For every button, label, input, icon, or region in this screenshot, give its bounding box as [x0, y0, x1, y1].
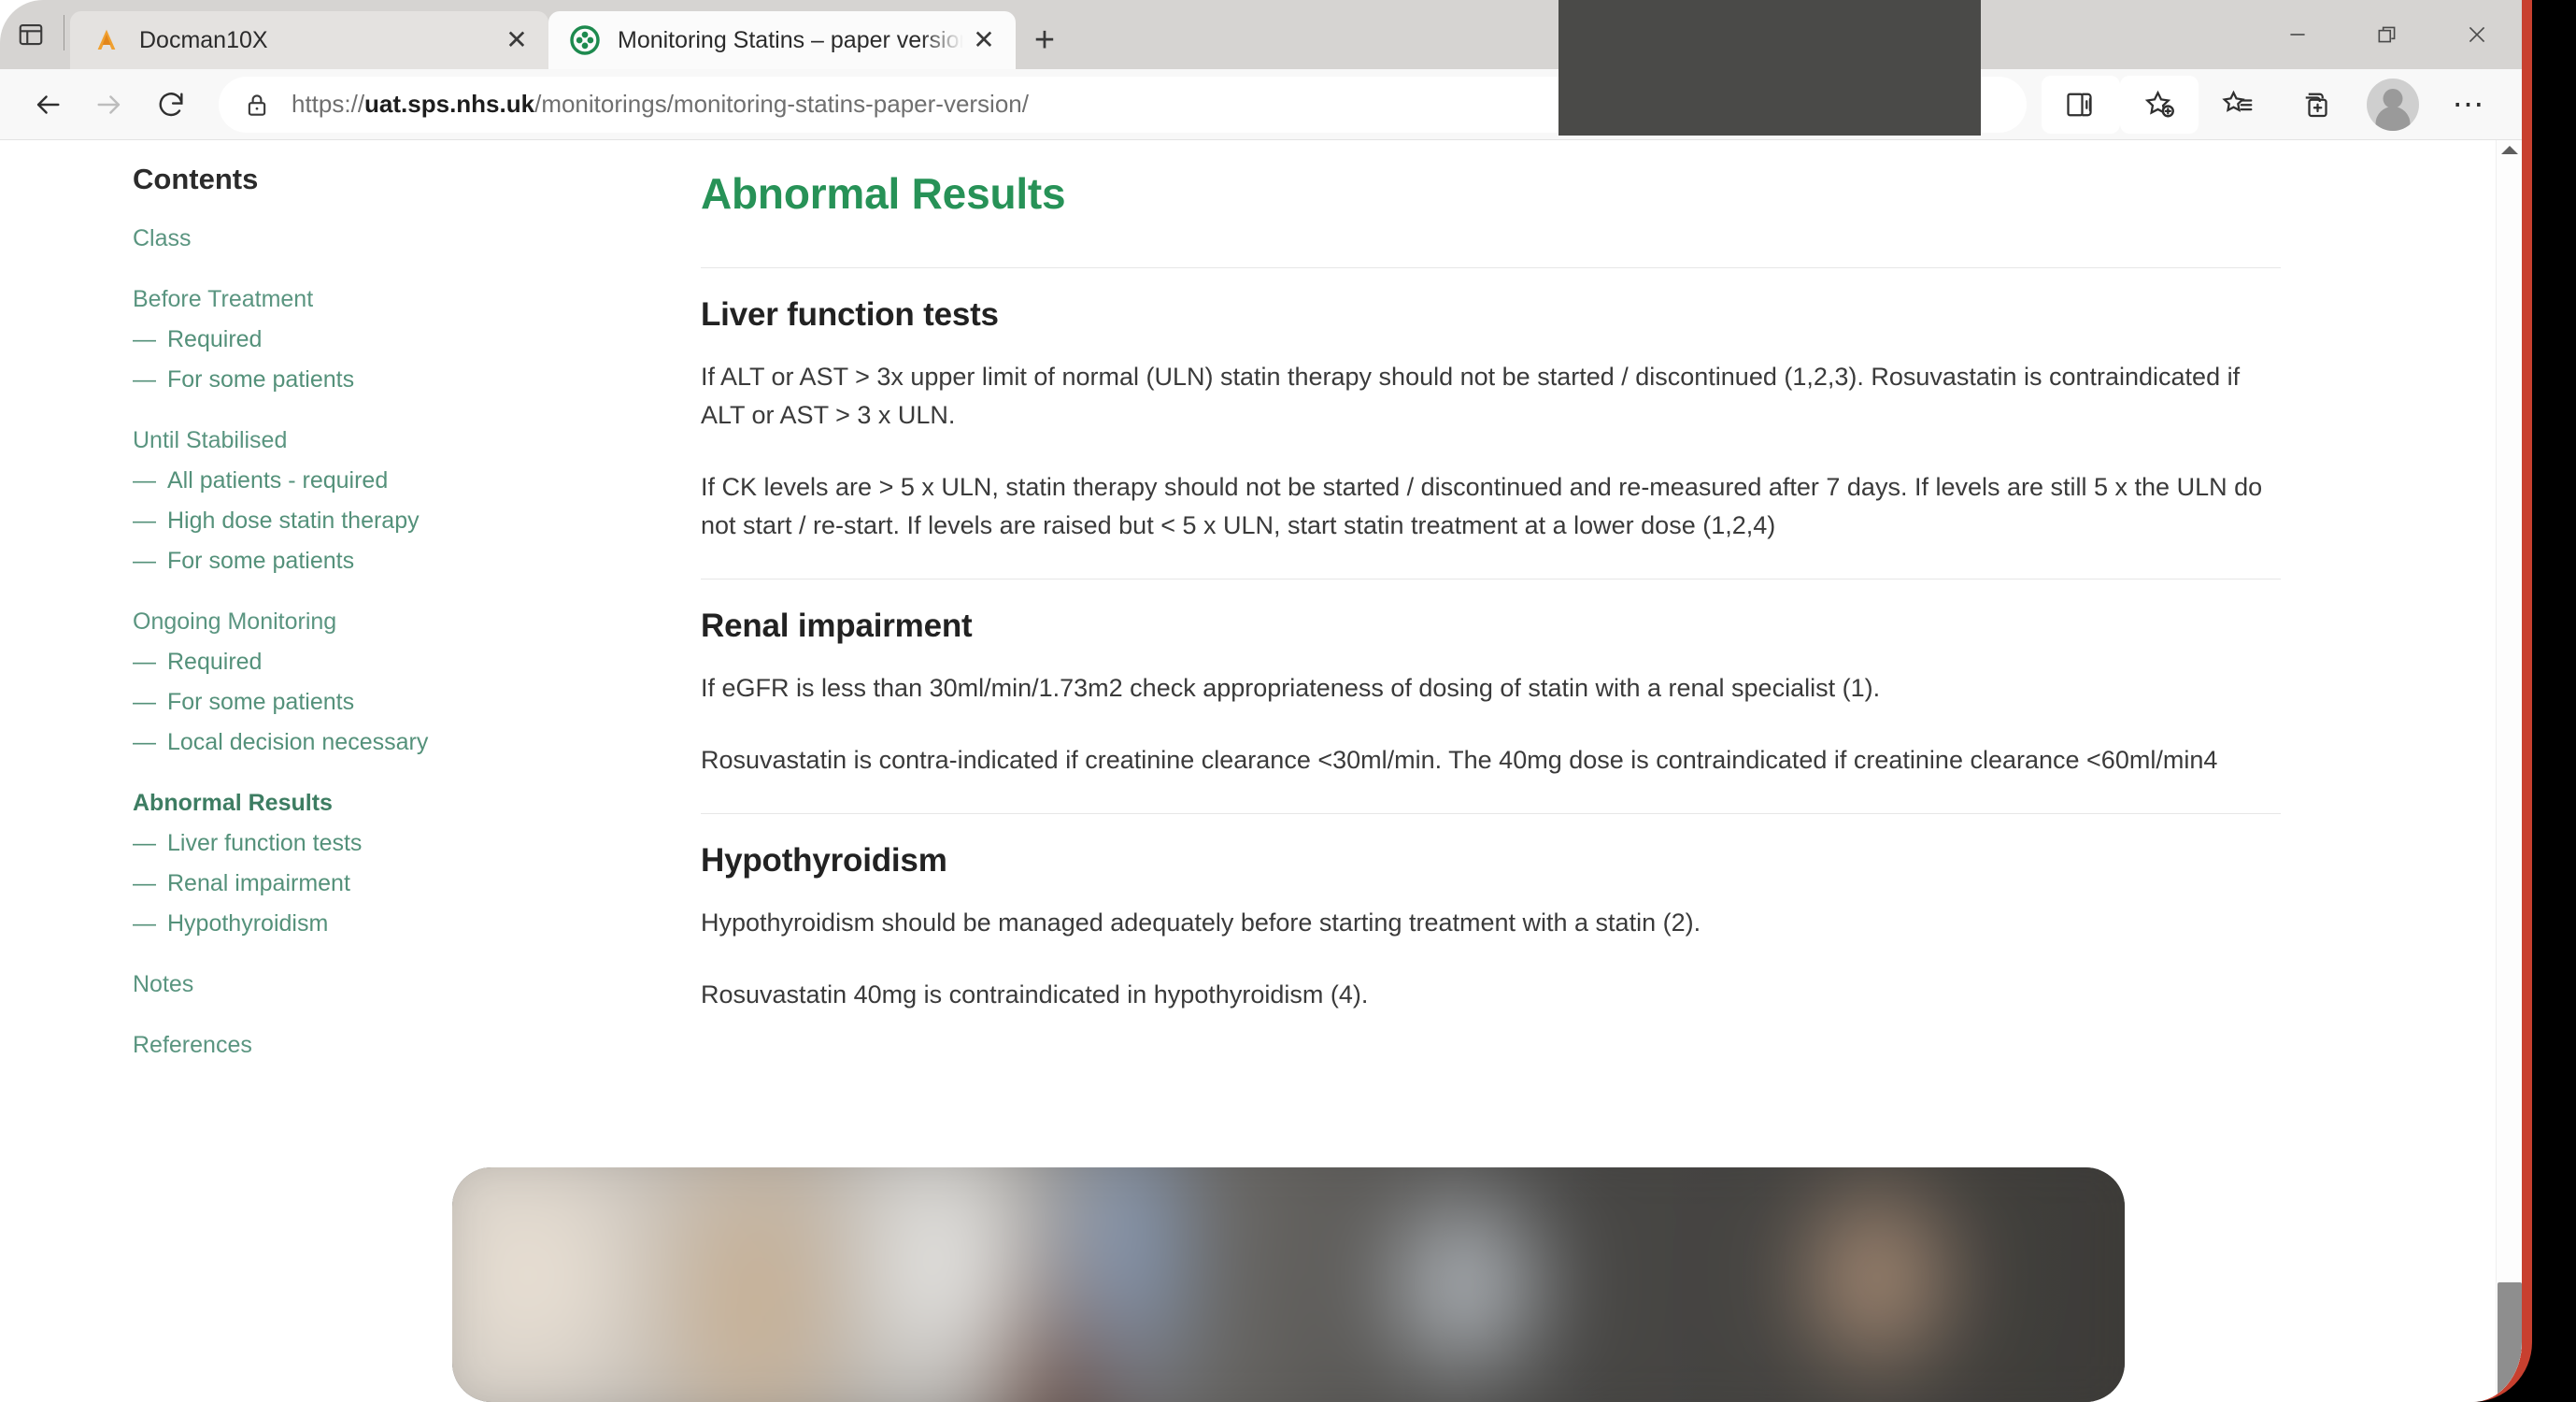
tab-docman10x[interactable]: Docman10X ✕	[70, 11, 548, 69]
tab-search-icon[interactable]	[0, 0, 62, 69]
paragraph: If CK levels are > 5 x ULN, statin thera…	[701, 473, 2263, 540]
tab-monitoring-statins[interactable]: Monitoring Statins – paper version ✕	[548, 11, 1016, 69]
sidebar-item-abnormal-results[interactable]: Abnormal Results	[133, 783, 579, 823]
tab-title: Monitoring Statins – paper version	[618, 26, 963, 53]
toc-spacer	[133, 1005, 579, 1025]
sidebar-item-label: For some patients	[167, 366, 355, 393]
more-options-ellipsis-icon[interactable]: ⋯	[2430, 76, 2509, 134]
paragraph: Rosuvastatin is contra-indicated if crea…	[701, 746, 2218, 775]
new-tab-button[interactable]: +	[1016, 11, 1074, 69]
sidebar-item-label: All patients - required	[167, 467, 389, 494]
paragraph: Hypothyroidism should be managed adequat…	[701, 908, 1701, 937]
toc-title: Contents	[133, 163, 259, 195]
section-divider	[701, 267, 2281, 268]
toc-spacer	[133, 944, 579, 965]
sidebar-item-label: Required	[167, 649, 263, 675]
sidebar-item-ongoing-monitoring[interactable]: Ongoing Monitoring	[133, 602, 579, 642]
sidebar-item-high-dose-statin-therapy[interactable]: — High dose statin therapy	[133, 501, 579, 541]
scrollbar-thumb[interactable]	[2498, 1282, 2522, 1402]
section-heading: Renal impairment	[701, 608, 973, 645]
dash-marker: —	[133, 830, 156, 856]
sidebar-item-ongoing-for-some-patients[interactable]: — For some patients	[133, 682, 579, 722]
restore-icon[interactable]	[2342, 0, 2432, 69]
sidebar-item-notes[interactable]: Notes	[133, 965, 579, 1005]
sidebar-item-references[interactable]: References	[133, 1025, 579, 1066]
window-controls	[2253, 0, 2522, 69]
url-text: https://uat.sps.nhs.uk/monitorings/monit…	[292, 90, 1029, 118]
toc-spacer	[133, 400, 579, 421]
redaction-overlay	[1558, 0, 1981, 136]
vertical-scrollbar[interactable]	[2496, 140, 2522, 1402]
section-heading: Hypothyroidism	[701, 842, 947, 880]
sidebar-item-label: Local decision necessary	[167, 729, 429, 755]
reload-icon[interactable]	[140, 74, 202, 136]
video-vignette	[452, 1167, 2125, 1402]
add-favorite-star-icon[interactable]	[2120, 75, 2199, 134]
dash-marker: —	[133, 508, 156, 534]
sps-logo-icon	[569, 24, 601, 56]
section-liver-function-tests: Liver function tests If ALT or AST > 3x …	[701, 296, 2281, 545]
docman-logo-icon	[91, 24, 122, 56]
sidebar-item-stabilised-for-some-patients[interactable]: — For some patients	[133, 541, 579, 581]
sidebar-item-class[interactable]: Class	[133, 219, 579, 259]
screen-capture-root: Docman10X ✕ Monitoring Statins – paper v…	[0, 0, 2576, 1402]
sidebar-item-before-treatment[interactable]: Before Treatment	[133, 279, 579, 320]
dash-marker: —	[133, 910, 156, 937]
collections-add-icon[interactable]	[2277, 76, 2355, 134]
dash-marker: —	[133, 649, 156, 675]
read-aloud-icon[interactable]	[2042, 75, 2120, 134]
sidebar-item-local-decision-necessary[interactable]: — Local decision necessary	[133, 722, 579, 763]
sidebar-item-before-for-some-patients[interactable]: — For some patients	[133, 360, 579, 400]
tab-title: Docman10X	[139, 26, 268, 53]
minimize-icon[interactable]	[2253, 0, 2342, 69]
sidebar-item-label: Renal impairment	[167, 870, 350, 896]
sidebar-item-label: For some patients	[167, 689, 355, 715]
lock-icon	[243, 91, 271, 119]
paragraph: Rosuvastatin 40mg is contraindicated in …	[701, 980, 1369, 1009]
sidebar-item-until-stabilised[interactable]: Until Stabilised	[133, 421, 579, 461]
sidebar-item-label: Hypothyroidism	[167, 910, 329, 937]
screen-share-border: Docman10X ✕ Monitoring Statins – paper v…	[0, 0, 2532, 1402]
dash-marker: —	[133, 870, 156, 896]
sidebar-item-hypothyroidism[interactable]: — Hypothyroidism	[133, 904, 579, 944]
sidebar-item-label: Required	[167, 326, 263, 352]
sidebar-item-before-required[interactable]: — Required	[133, 320, 579, 360]
close-icon[interactable]: ✕	[496, 20, 537, 61]
sidebar-item-liver-function-tests[interactable]: — Liver function tests	[133, 823, 579, 864]
dash-marker: —	[133, 467, 156, 494]
back-arrow-icon[interactable]	[17, 74, 78, 136]
toc-spacer	[133, 763, 579, 783]
paragraph: If eGFR is less than 30ml/min/1.73m2 che…	[701, 674, 1881, 703]
sidebar-item-label: High dose statin therapy	[167, 508, 420, 534]
profile-avatar-icon[interactable]	[2367, 78, 2419, 131]
sidebar-item-renal-impairment[interactable]: — Renal impairment	[133, 864, 579, 904]
favorites-star-list-icon[interactable]	[2199, 76, 2277, 134]
toc-spacer	[133, 581, 579, 602]
dash-marker: —	[133, 366, 156, 393]
sidebar-item-ongoing-required[interactable]: — Required	[133, 642, 579, 682]
dash-marker: —	[133, 548, 156, 574]
blurred-video-overlay[interactable]	[452, 1167, 2125, 1402]
scroll-up-arrow-icon[interactable]	[2500, 146, 2518, 154]
browser-toolbar: https://uat.sps.nhs.uk/monitorings/monit…	[0, 69, 2522, 140]
sidebar-item-label: For some patients	[167, 548, 355, 574]
toc-spacer	[133, 259, 579, 279]
forward-arrow-icon	[78, 74, 140, 136]
section-hypothyroidism: Hypothyroidism Hypothyroidism should be …	[701, 842, 2281, 1014]
section-divider	[701, 813, 2281, 815]
close-icon[interactable]: ✕	[963, 20, 1004, 61]
close-icon[interactable]	[2432, 0, 2522, 69]
tab-strip: Docman10X ✕ Monitoring Statins – paper v…	[0, 0, 2522, 69]
dash-marker: —	[133, 689, 156, 715]
sidebar-item-all-patients-required[interactable]: — All patients - required	[133, 461, 579, 501]
page-title: Abnormal Results	[701, 169, 1066, 218]
sidebar-item-label: Liver function tests	[167, 830, 363, 856]
dash-marker: —	[133, 729, 156, 755]
paragraph: If ALT or AST > 3x upper limit of normal…	[701, 363, 2241, 430]
section-renal-impairment: Renal impairment If eGFR is less than 30…	[701, 608, 2281, 780]
section-heading: Liver function tests	[701, 296, 999, 333]
dash-marker: —	[133, 326, 156, 352]
